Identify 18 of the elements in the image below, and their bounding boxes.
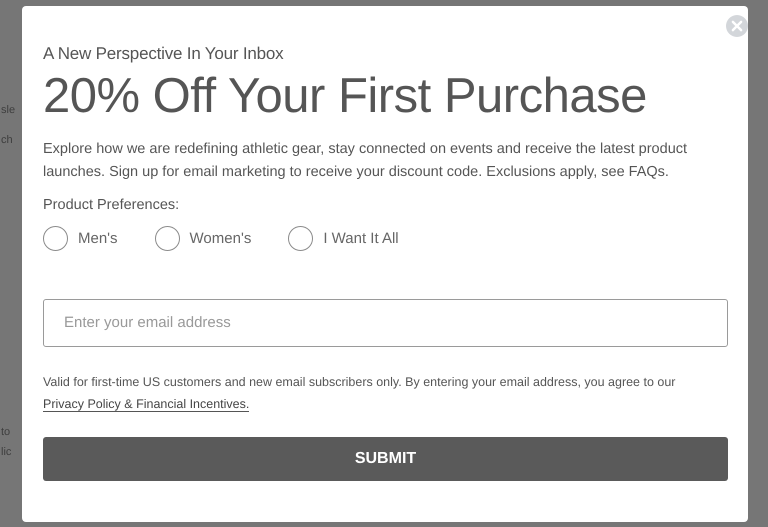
background-text: sle (1, 104, 16, 116)
radio-button[interactable] (154, 226, 180, 251)
background-text: to (1, 426, 10, 438)
modal-title: 20% Off Your First Purchase (43, 70, 648, 124)
description-text: Explore how we are redefining athletic gear, stay connected on events and receive the latest product launches. Sign up for email marketing to receive your discount code. Exclusions apply, see FAQs. (43, 140, 688, 182)
email-input-field[interactable]: Enter your email address (43, 298, 728, 347)
radio-button[interactable] (288, 226, 314, 251)
radio-label[interactable]: Men's (78, 230, 118, 247)
radio-label[interactable]: I Want It All (323, 230, 399, 247)
radio-button[interactable] (43, 226, 68, 251)
background-text: ch (1, 134, 13, 146)
privacy-policy-link[interactable]: Privacy Policy & Financial Incentives. (43, 396, 250, 412)
radio-label[interactable]: Women's (190, 230, 252, 247)
disclaimer-text: Valid for first-time US customers and new email subscribers only. By entering your email address, you agree to our Privacy Policy & Financial Incentives. (43, 374, 676, 414)
modal-subtitle: A New Perspective In Your Inbox (43, 44, 284, 64)
submit-button[interactable]: SUBMIT (43, 436, 728, 481)
background-text: lic (1, 446, 12, 458)
preferences-label: Product Preferences: (43, 196, 180, 213)
